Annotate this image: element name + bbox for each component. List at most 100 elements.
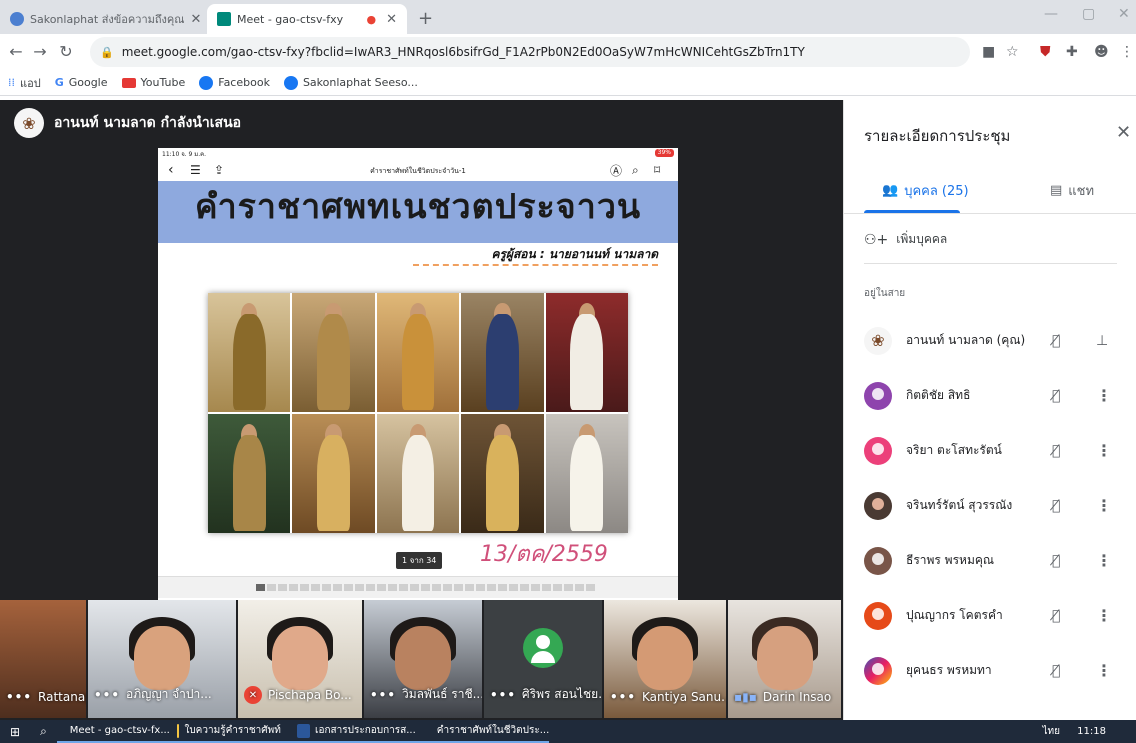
avatar: ❀ bbox=[864, 326, 892, 355]
system-clock: ไทย 11:18 bbox=[1043, 724, 1136, 739]
participant-name: ศิริพร สอนไชย... bbox=[522, 687, 602, 701]
participant-tile[interactable]: ••• Kantiya Sanu... bbox=[604, 600, 726, 718]
maximize-button[interactable]: ▢ bbox=[1082, 6, 1095, 22]
participant-tile[interactable]: ••• ศิริพร สอนไชย... bbox=[484, 600, 602, 718]
close-panel-icon[interactable]: ✕ bbox=[1116, 122, 1131, 143]
more-options-icon[interactable]: ⋮ bbox=[1096, 551, 1112, 570]
participant-tile[interactable]: ••• Rattanaporn ... bbox=[0, 600, 86, 718]
slide-header: คำราชาศพทเนชวตประจาวน bbox=[158, 181, 678, 243]
more-options-icon[interactable]: ••• bbox=[6, 690, 32, 704]
facebook-tab-icon bbox=[10, 12, 24, 26]
start-icon[interactable]: ⊞ bbox=[0, 725, 30, 739]
bookmark-label: Facebook bbox=[218, 76, 270, 89]
portrait bbox=[376, 414, 460, 533]
bookmarks-bar: ⁞⁞ แอป G Google YouTube Facebook Sakonla… bbox=[0, 70, 1136, 96]
star-icon[interactable]: ☆ bbox=[1006, 44, 1019, 60]
forward-icon[interactable]: → bbox=[30, 42, 50, 61]
bookmark-label: Google bbox=[68, 76, 108, 89]
address-bar[interactable]: 🔒 meet.google.com/gao-ctsv-fxy?fbclid=Iw… bbox=[90, 37, 970, 67]
add-people-button[interactable]: ⚇+ เพิ่มบุคคล bbox=[864, 230, 947, 249]
tab-facebook[interactable]: Sakonlaphat ส่งข้อความถึงคุณ ✕ bbox=[0, 4, 205, 34]
mic-off-icon: 🎙̸ bbox=[1052, 607, 1061, 624]
bookmark-google[interactable]: G Google bbox=[55, 76, 108, 89]
page-thumbnail-strip[interactable] bbox=[158, 576, 678, 598]
bookmark-sakonlaphat[interactable]: Sakonlaphat Seeso... bbox=[283, 75, 418, 90]
extensions-icon[interactable]: ✚ bbox=[1066, 44, 1078, 60]
person-name: ยุคนธร พรหมทา bbox=[906, 663, 992, 677]
tab-meet[interactable]: Meet - gao-ctsv-fxy ● ✕ bbox=[207, 4, 407, 34]
participant-tile[interactable]: ✕ Pischapa Bo... bbox=[238, 600, 362, 718]
reload-icon[interactable]: ↻ bbox=[56, 42, 76, 61]
taskbar-item-word[interactable]: เอกสารประกอบการส... bbox=[288, 720, 424, 743]
portrait bbox=[461, 414, 544, 533]
camera-icon[interactable]: ■ bbox=[982, 44, 995, 60]
list-item[interactable]: ยุคนธร พรหมทา 🎙̸ ⋮ bbox=[844, 643, 1136, 698]
youtube-icon bbox=[121, 77, 136, 88]
bookmark-apps[interactable]: ⁞⁞ แอป bbox=[8, 74, 41, 92]
portrait bbox=[208, 414, 291, 533]
more-options-icon[interactable]: ⋮ bbox=[1096, 441, 1112, 460]
ublock-icon[interactable]: ⛊ bbox=[1040, 44, 1051, 60]
list-item[interactable]: จรินทร์รัตน์ สุวรรณัง 🎙̸ ⋮ bbox=[844, 478, 1136, 533]
participant-tile[interactable]: ••• วิมลพันธ์ ราชี... bbox=[364, 600, 482, 718]
bookmark-facebook[interactable]: Facebook bbox=[199, 75, 270, 90]
participant-name: วิมลพันธ์ ราชี... bbox=[402, 687, 482, 701]
google-icon: G bbox=[54, 76, 64, 89]
shared-screen: 11:10 จ. 9 ม.ค. 39% ‹ ☰ ⇪ คำราชาศัพท์ในช… bbox=[158, 148, 678, 600]
tab-chat[interactable]: ▤ แชท bbox=[1050, 180, 1094, 201]
close-tab-icon[interactable]: ✕ bbox=[386, 12, 397, 27]
participant-name: Pischapa Bo... bbox=[268, 688, 352, 702]
people-icon: 👥 bbox=[882, 183, 899, 198]
bookmark-icon: ⌑ bbox=[654, 163, 661, 177]
avatar bbox=[864, 381, 892, 410]
taskbar-item-doc[interactable]: ใบความรู้คำราชาศัพท์ bbox=[168, 720, 289, 743]
default-avatar-icon bbox=[523, 628, 563, 668]
portrait bbox=[292, 414, 375, 533]
list-item[interactable]: ❀ อานนท์ นามลาด (คุณ) 🎙̸ ⊥ bbox=[844, 313, 1136, 368]
list-item[interactable]: ธีราพร พรหมคุณ 🎙̸ ⋮ bbox=[844, 533, 1136, 588]
pin-icon[interactable]: ⊥ bbox=[1096, 333, 1108, 349]
tab-chat-label: แชท bbox=[1068, 184, 1095, 199]
menu-icon[interactable]: ⋮ bbox=[1120, 44, 1134, 60]
person-name: กิตติชัย สิทธิ bbox=[906, 388, 971, 402]
add-people-label: เพิ่มบุคคล bbox=[896, 232, 948, 246]
more-options-icon[interactable]: ⋮ bbox=[1096, 606, 1112, 625]
bookmark-youtube[interactable]: YouTube bbox=[121, 76, 185, 89]
mic-off-icon: 🎙̸ bbox=[1052, 442, 1061, 459]
back-icon[interactable]: ← bbox=[6, 42, 26, 61]
more-options-icon[interactable]: ⋮ bbox=[1096, 386, 1112, 405]
lock-icon: 🔒 bbox=[100, 45, 114, 59]
participant-tile[interactable]: ▪▮▪ Darin Insao bbox=[728, 600, 841, 718]
mic-off-icon: 🎙̸ bbox=[1052, 552, 1061, 569]
mic-off-icon: 🎙̸ bbox=[1052, 497, 1061, 514]
word-icon bbox=[296, 723, 311, 738]
more-options-icon[interactable]: ••• bbox=[490, 688, 516, 702]
participant-strip: ••• Rattanaporn ... ••• อภิญญา จำปา... ✕ Pi… bbox=[0, 600, 843, 718]
url-text: meet.google.com/gao-ctsv-fxy?fbclid=IwAR… bbox=[121, 45, 805, 59]
new-tab-button[interactable]: + bbox=[418, 8, 433, 29]
more-options-icon[interactable]: ••• bbox=[610, 690, 636, 704]
tab-people[interactable]: 👥 บุคคล (25) bbox=[882, 180, 969, 201]
more-options-icon[interactable]: ⋮ bbox=[1096, 496, 1112, 515]
close-tab-icon[interactable]: ✕ bbox=[190, 12, 201, 27]
participant-tile[interactable]: ••• อภิญญา จำปา... bbox=[88, 600, 236, 718]
list-item[interactable]: ปุณญากร โคตรคำ 🎙̸ ⋮ bbox=[844, 588, 1136, 643]
minimize-button[interactable]: — bbox=[1044, 6, 1058, 22]
taskbar-item-chrome[interactable]: Meet - gao-ctsv-fx... bbox=[56, 720, 169, 743]
avatar bbox=[864, 491, 892, 520]
section-label: อยู่ในสาย bbox=[864, 288, 906, 299]
device-time: 11:10 จ. 9 ม.ค. bbox=[162, 151, 207, 158]
taskbar-item-pdf[interactable]: คำราชาศัพท์ในชีวิตประ... bbox=[423, 720, 549, 743]
more-options-icon[interactable]: ••• bbox=[94, 688, 120, 702]
list-item[interactable]: จริยา ตะโสทะรัตน์ 🎙̸ ⋮ bbox=[844, 423, 1136, 478]
folder-icon bbox=[176, 723, 180, 738]
portrait-collage bbox=[208, 293, 628, 533]
search-icon[interactable]: ⌕ bbox=[30, 724, 57, 739]
list-item[interactable]: กิตติชัย สิทธิ 🎙̸ ⋮ bbox=[844, 368, 1136, 423]
recording-dot-icon: ● bbox=[366, 12, 377, 26]
handwritten-date: 13/ตค/2559 bbox=[480, 542, 608, 567]
more-options-icon[interactable]: ⋮ bbox=[1096, 661, 1112, 680]
more-options-icon[interactable]: ••• bbox=[370, 688, 396, 702]
close-window-button[interactable]: ✕ bbox=[1118, 6, 1130, 22]
profile-icon[interactable]: ☻ bbox=[1094, 44, 1109, 60]
